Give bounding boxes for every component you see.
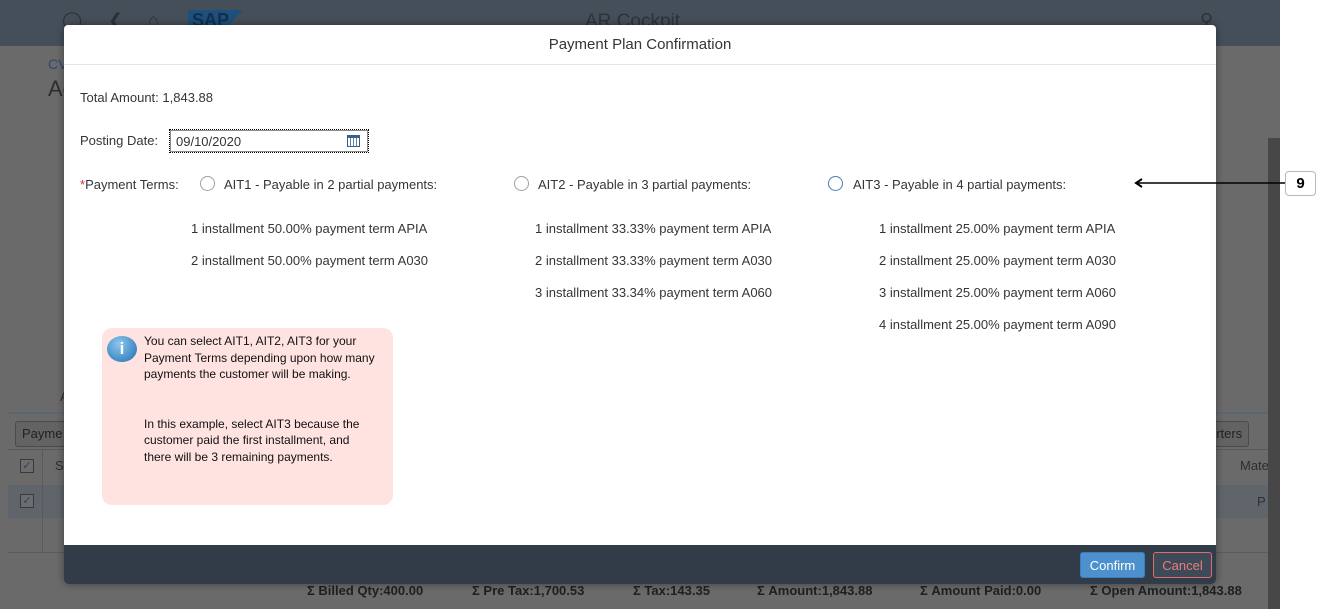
posting-date-value: 09/10/2020 [176,134,242,149]
sum-open-amount: Σ Open Amount:1,843.88 [1090,583,1242,598]
installment: 1 installment 33.33% payment term APIA [535,221,772,236]
installment: 1 installment 25.00% payment term APIA [879,221,1116,236]
calendar-icon[interactable] [347,135,360,147]
payment-button[interactable]: Payme [15,421,70,447]
installment: 2 installment 33.33% payment term A030 [535,253,773,268]
sum-amount: Σ Amount:1,843.88 [757,583,873,598]
total-amount-label: Total Amount: [80,90,159,105]
row-cell: P [1257,494,1266,509]
total-amount-value: 1,843.88 [162,90,214,105]
installment: 1 installment 50.00% payment term APIA [191,221,428,236]
column-header-material[interactable]: Mate [1240,458,1269,473]
column-header-s[interactable]: S [55,458,64,473]
dialog-footer: Confirm Cancel [64,545,1216,584]
sum-billed-qty: Σ Billed Qty:400.00 [307,583,424,598]
row-checkbox[interactable]: ✓ [20,494,34,508]
posting-date-input[interactable]: 09/10/2020 [169,129,369,153]
scrollbar[interactable] [1268,138,1280,609]
installment: 2 installment 50.00% payment term A030 [191,253,429,268]
payment-terms-text: Payment Terms: [85,177,179,192]
info-note: i You can select AIT1, AIT2, AIT3 for yo… [102,328,393,505]
callout-arrow [1134,178,1285,188]
option-label[interactable]: AIT3 - Payable in 4 partial payments: [853,177,1066,192]
column-divider [42,450,43,552]
installment: 4 installment 25.00% payment term A090 [879,317,1117,332]
note-paragraph-1: You can select AIT1, AIT2, AIT3 for your… [144,334,375,381]
sum-tax: Σ Tax:143.35 [633,583,710,598]
radio-ait1[interactable] [200,176,215,191]
option-label[interactable]: AIT1 - Payable in 2 partial payments: [224,177,437,192]
info-icon: i [107,336,137,362]
installment: 2 installment 25.00% payment term A030 [879,253,1117,268]
radio-ait3[interactable] [828,176,843,191]
dialog-title: Payment Plan Confirmation [548,36,732,53]
select-all-checkbox[interactable]: ✓ [20,459,34,473]
installment: 3 installment 25.00% payment term A060 [879,285,1117,300]
sum-pre-tax: Σ Pre Tax:1,700.53 [472,583,585,598]
payment-plan-dialog: Payment Plan Confirmation Total Amount: … [64,25,1216,584]
installment: 3 installment 33.34% payment term A060 [535,285,773,300]
dialog-header: Payment Plan Confirmation [64,25,1216,65]
posting-date-label: Posting Date: [80,133,159,148]
callout-number: 9 [1285,171,1316,196]
radio-ait2[interactable] [514,176,529,191]
sum-amount-paid: Σ Amount Paid:0.00 [920,583,1042,598]
total-amount: Total Amount: 1,843.88 [80,90,213,105]
payment-terms-label: *Payment Terms: [80,177,179,192]
confirm-button[interactable]: Confirm [1080,552,1145,578]
note-paragraph-2: In this example, select AIT3 because the… [144,416,360,464]
cancel-button[interactable]: Cancel [1153,552,1212,578]
option-label[interactable]: AIT2 - Payable in 3 partial payments: [538,177,751,192]
